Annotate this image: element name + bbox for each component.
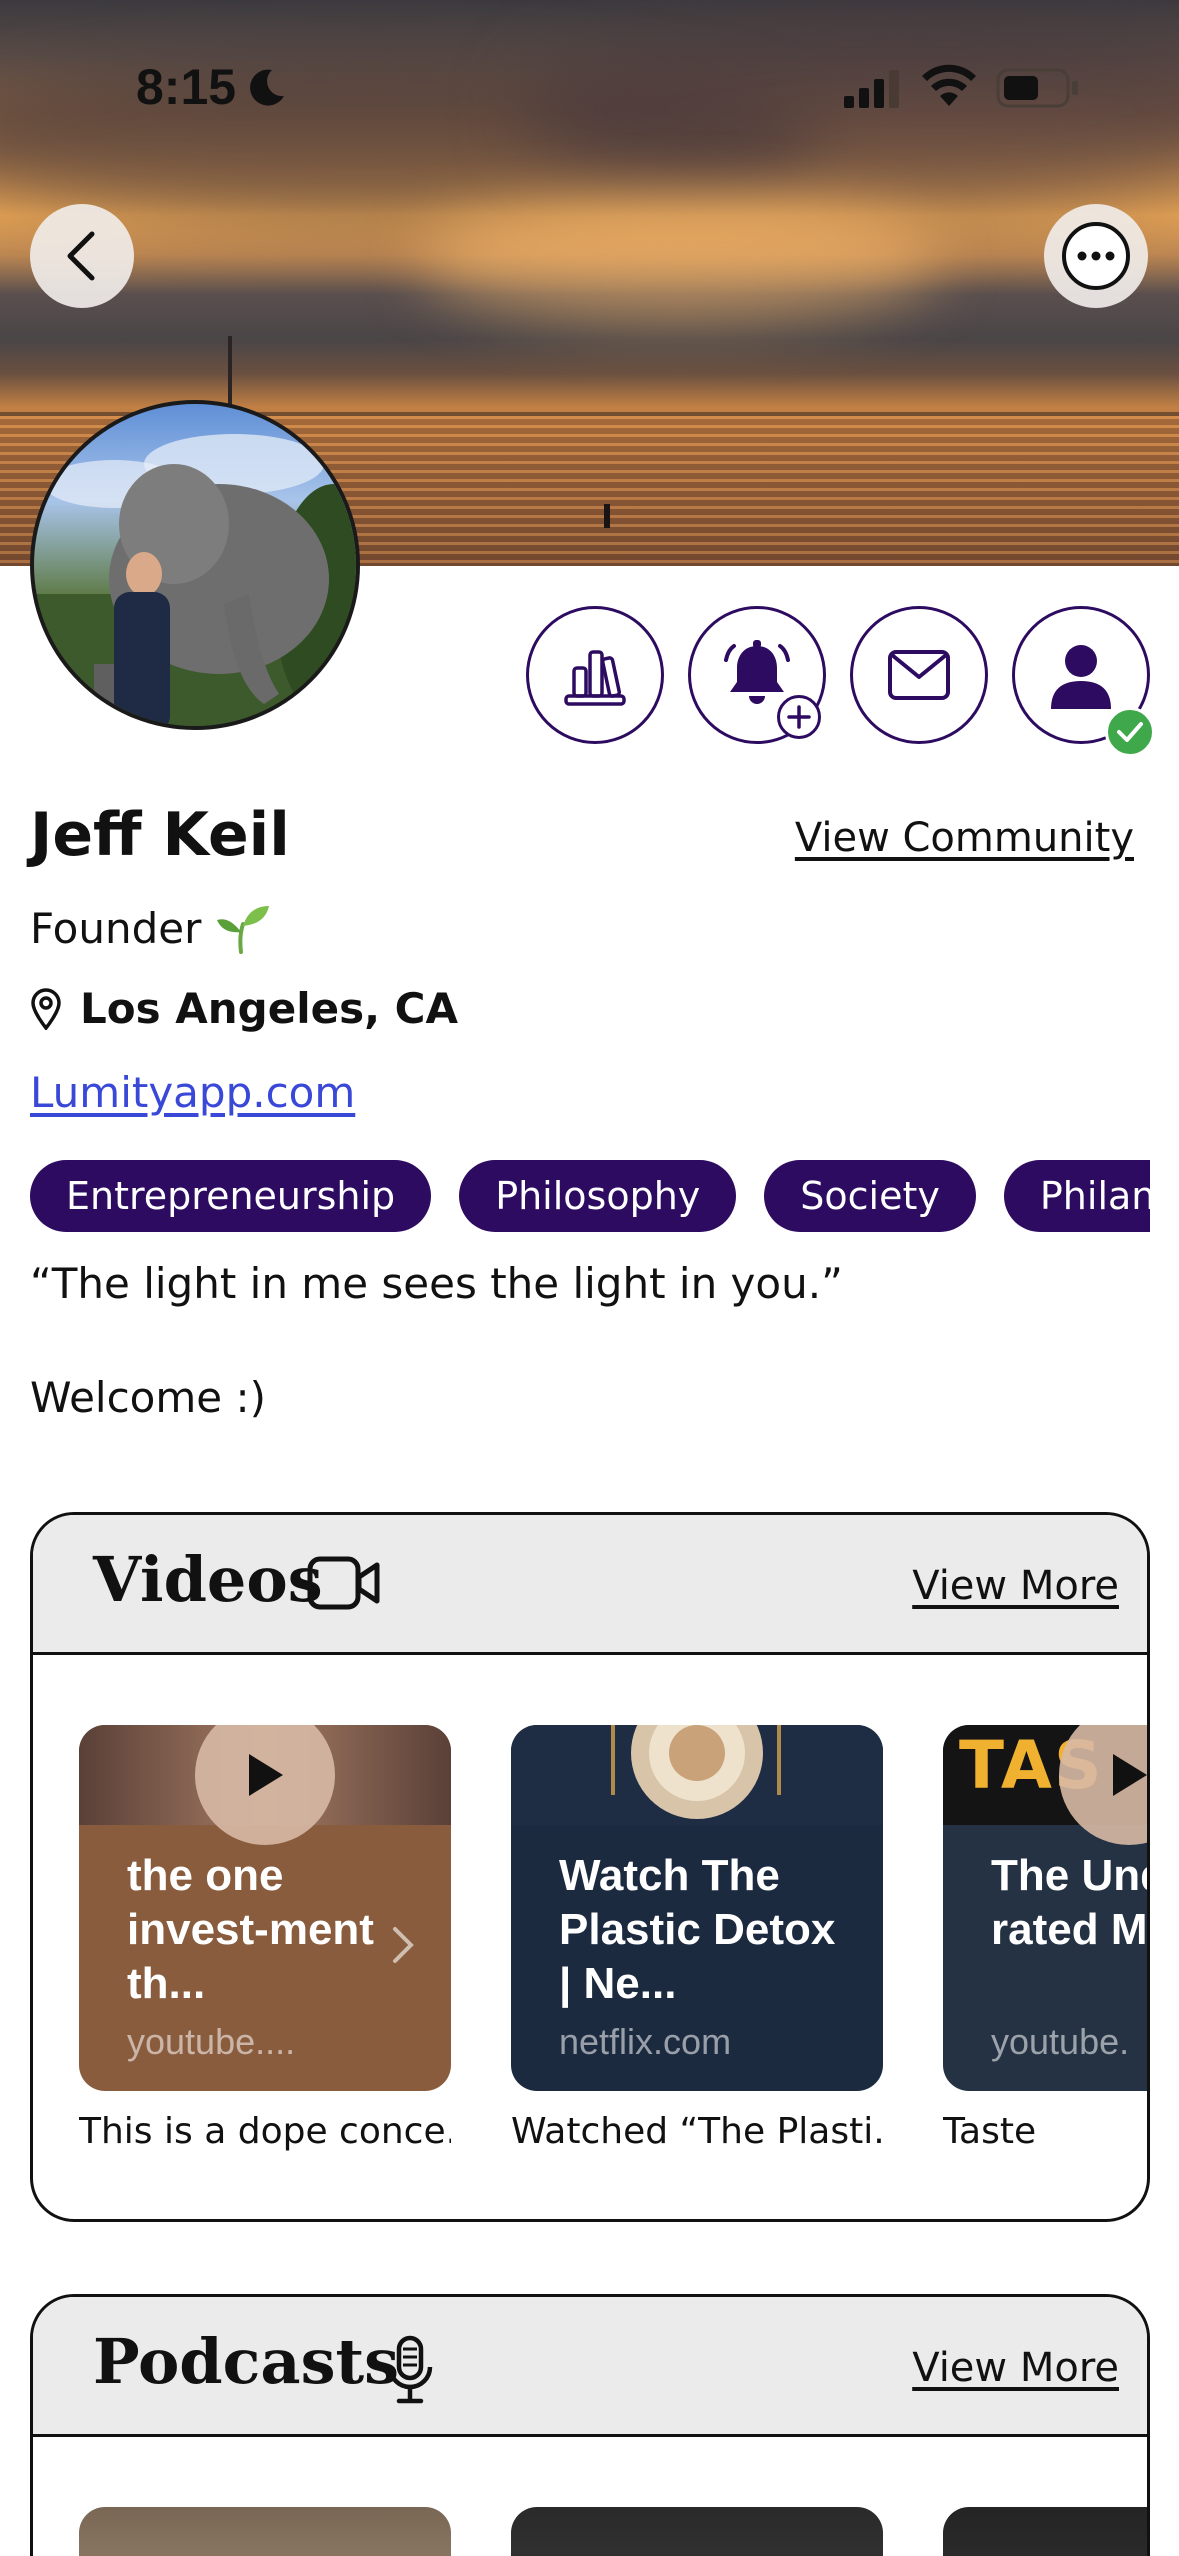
status-bar: 8:15 [0, 0, 1179, 170]
video-title: Watch The Plastic Detox | Ne... [559, 1851, 836, 2008]
tag-society[interactable]: Society [764, 1160, 976, 1232]
seedling-icon [217, 906, 270, 954]
avatar[interactable] [30, 400, 360, 730]
videos-header: Videos View More [33, 1515, 1147, 1655]
tag-entrepreneurship[interactable]: Entrepreneurship [30, 1160, 432, 1232]
video-caption: Taste [943, 2111, 1037, 2152]
video-domain: youtube. [991, 2021, 1130, 2062]
location-text: Los Angeles, CA [80, 984, 458, 1033]
video-thumbnail: TAS [943, 1725, 1147, 1845]
podcasts-header: Podcasts View More [33, 2297, 1147, 2437]
avatar-photo [34, 434, 356, 726]
books-icon [564, 650, 626, 706]
moon-icon [250, 69, 284, 106]
mail-icon [888, 650, 950, 700]
chevron-left-icon [67, 231, 95, 281]
play-icon [249, 1754, 283, 1796]
library-button[interactable] [526, 606, 664, 744]
podcast-thumbnail[interactable] [943, 2507, 1147, 2556]
interest-tags: Entrepreneurship Philosophy Society Philant… [30, 1160, 1150, 1232]
wifi-icon [922, 64, 976, 106]
videos-carousel[interactable]: the one invest-ment th... youtube.... Th… [79, 1725, 1148, 2185]
podcasts-title: Podcasts [93, 2325, 400, 2398]
video-domain: netflix.com [559, 2021, 732, 2062]
profile-title-row: Founder [30, 902, 271, 954]
video-card[interactable]: Watch The Plastic Detox | Ne... netflix.… [511, 1725, 883, 2152]
battery-icon [996, 68, 1078, 108]
video-caption: This is a dope conce... [79, 2111, 451, 2152]
podcasts-section: Podcasts View More [30, 2294, 1150, 2556]
videos-section: Videos View More the one invest-ment th.… [30, 1512, 1150, 2222]
profile-title: Founder [30, 903, 202, 953]
status-time: 8:15 [136, 59, 237, 115]
plus-icon [777, 695, 821, 739]
podcasts-view-more[interactable]: View More [912, 2345, 1119, 2391]
location-pin-icon [31, 987, 61, 1030]
more-icon [1062, 222, 1130, 290]
subscribe-notifications-button[interactable] [688, 606, 826, 744]
video-card[interactable]: the one invest-ment th... youtube.... Th… [79, 1725, 451, 2152]
play-icon [1113, 1754, 1147, 1796]
podcast-thumbnail[interactable] [511, 2507, 883, 2556]
bio: “The light in me sees the light in you.”… [30, 1256, 843, 1484]
video-thumbnail [511, 1725, 883, 1825]
video-domain: youtube.... [127, 2021, 296, 2062]
bio-quote: “The light in me sees the light in you.” [30, 1259, 843, 1308]
video-thumbnail [79, 1725, 451, 1845]
video-title: the one invest-ment th... [127, 1851, 374, 2008]
tag-philanthropy[interactable]: Philanthro [1003, 1160, 1150, 1232]
tag-philosophy[interactable]: Philosophy [459, 1160, 737, 1232]
microphone-icon [387, 2335, 433, 2404]
website-link[interactable]: Lumityapp.com [30, 1068, 355, 1117]
video-camera-icon [307, 1556, 380, 1610]
cellular-signal-icon [844, 70, 899, 108]
profile-name: Jeff Keil [30, 800, 290, 870]
chevron-right-icon [393, 1927, 414, 1963]
video-card[interactable]: TAS The Under-rated M youtube. Taste [943, 1725, 1148, 2152]
verified-check-icon [1105, 707, 1155, 757]
podcast-thumbnail[interactable] [79, 2507, 451, 2556]
bio-welcome: Welcome :) [30, 1373, 267, 1422]
message-button[interactable] [850, 606, 988, 744]
person-icon [1051, 645, 1111, 709]
follow-button[interactable] [1012, 606, 1155, 757]
location-row: Los Angeles, CA [30, 984, 458, 1033]
more-options-button[interactable] [1044, 204, 1148, 308]
videos-view-more[interactable]: View More [912, 1563, 1119, 1609]
video-title: The Under-rated M [991, 1851, 1148, 1954]
videos-title: Videos [93, 1543, 323, 1616]
view-community-link[interactable]: View Community [795, 815, 1134, 861]
back-button[interactable] [30, 204, 134, 308]
video-caption: Watched “The Plasti... [511, 2111, 883, 2152]
